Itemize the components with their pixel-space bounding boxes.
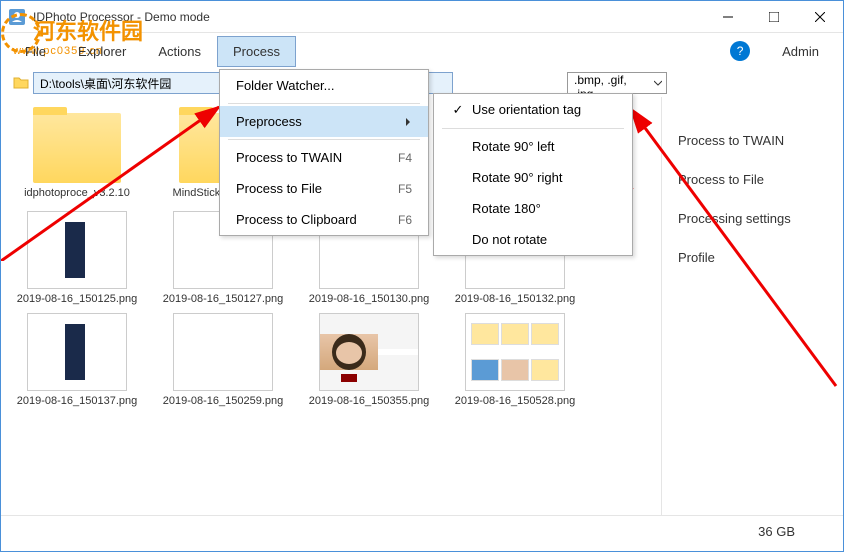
statusbar: 36 GB — [1, 515, 843, 547]
thumbnail — [27, 313, 127, 391]
file-item[interactable]: 2019-08-16_150137.png — [13, 313, 141, 407]
folder-icon — [33, 113, 121, 183]
file-label: 2019-08-16_150528.png — [451, 395, 579, 407]
side-panel: Process to TWAIN Process to File Process… — [661, 97, 843, 515]
menubar: File Explorer Actions Process ? Admin — [1, 33, 843, 69]
app-icon — [9, 9, 25, 25]
titlebar: IDPhoto Processor - Demo mode — [1, 1, 843, 33]
file-item[interactable]: 2019-08-16_150125.png — [13, 211, 141, 305]
menu-rotate-90-right[interactable]: Rotate 90° right — [434, 162, 632, 193]
preprocess-submenu: ✓Use orientation tag Rotate 90° left Rot… — [433, 93, 633, 256]
thumbnail — [27, 211, 127, 289]
disk-space: 36 GB — [758, 524, 795, 539]
menu-preprocess[interactable]: Preprocess — [220, 106, 428, 137]
file-label: 2019-08-16_150130.png — [305, 293, 433, 305]
menu-explorer[interactable]: Explorer — [62, 36, 142, 67]
thumbnail — [173, 313, 273, 391]
check-icon: ✓ — [450, 102, 466, 118]
menu-process[interactable]: Process — [217, 36, 296, 67]
file-item[interactable]: 2019-08-16_150528.png — [451, 313, 579, 407]
file-label: 2019-08-16_150137.png — [13, 395, 141, 407]
side-link-twain[interactable]: Process to TWAIN — [678, 121, 827, 160]
menu-folder-watcher[interactable]: Folder Watcher... — [220, 70, 428, 101]
file-item[interactable]: 2019-08-16_150259.png — [159, 313, 287, 407]
side-link-settings[interactable]: Processing settings — [678, 199, 827, 238]
menu-process-clipboard[interactable]: Process to ClipboardF6 — [220, 204, 428, 235]
process-dropdown: Folder Watcher... Preprocess Process to … — [219, 69, 429, 236]
thumbnail — [319, 313, 419, 391]
menu-process-file[interactable]: Process to FileF5 — [220, 173, 428, 204]
menu-rotate-180[interactable]: Rotate 180° — [434, 193, 632, 224]
file-label: 2019-08-16_150132.png — [451, 293, 579, 305]
file-label: 2019-08-16_150125.png — [13, 293, 141, 305]
side-link-file[interactable]: Process to File — [678, 160, 827, 199]
minimize-button[interactable] — [705, 1, 751, 33]
folder-item[interactable]: idphotoproce_v3.2.10 — [13, 105, 141, 203]
chevron-right-icon — [404, 118, 412, 126]
filter-dropdown[interactable]: .bmp, .gif, .jpg — [567, 72, 667, 94]
file-label: 2019-08-16_150355.png — [305, 395, 433, 407]
thumbnail — [465, 313, 565, 391]
menu-use-orientation[interactable]: ✓Use orientation tag — [434, 94, 632, 126]
folder-label: idphotoproce_v3.2.10 — [13, 187, 141, 199]
file-label: 2019-08-16_150127.png — [159, 293, 287, 305]
side-link-profile[interactable]: Profile — [678, 238, 827, 277]
chevron-down-icon — [654, 79, 662, 87]
folder-icon — [13, 75, 29, 91]
menu-admin[interactable]: Admin — [766, 36, 835, 67]
file-label: 2019-08-16_150259.png — [159, 395, 287, 407]
menu-actions[interactable]: Actions — [142, 36, 217, 67]
close-button[interactable] — [797, 1, 843, 33]
menu-rotate-90-left[interactable]: Rotate 90° left — [434, 131, 632, 162]
window-title: IDPhoto Processor - Demo mode — [33, 10, 705, 24]
menu-process-twain[interactable]: Process to TWAINF4 — [220, 142, 428, 173]
maximize-button[interactable] — [751, 1, 797, 33]
help-icon[interactable]: ? — [730, 41, 750, 61]
menu-file[interactable]: File — [9, 36, 62, 67]
menu-do-not-rotate[interactable]: Do not rotate — [434, 224, 632, 255]
file-item[interactable]: 2019-08-16_150355.png — [305, 313, 433, 407]
